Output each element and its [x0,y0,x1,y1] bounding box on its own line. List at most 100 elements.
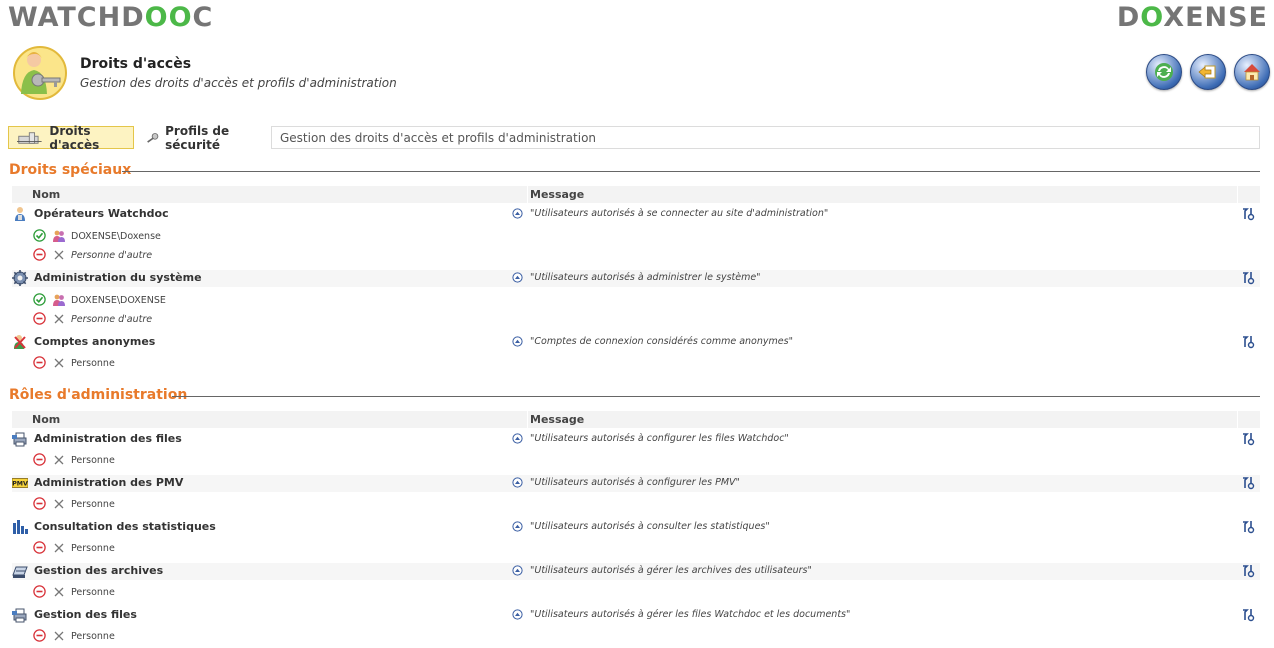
minus-circle-icon[interactable] [33,248,46,261]
table-row: Administration des files "Utilisateurs a… [12,431,1260,448]
row-name: Opérateurs Watchdoc [34,207,169,220]
minus-circle-icon[interactable] [33,541,46,554]
collapse-icon[interactable] [512,433,523,444]
watchdoc-logo: WATCHDOOC [8,2,213,33]
edit-settings-icon[interactable] [1241,520,1255,534]
cross-icon [54,543,64,553]
row-name: Administration du système [34,271,202,284]
collapse-icon[interactable] [512,609,523,620]
row-name: Gestion des archives [34,564,164,577]
edit-settings-icon[interactable] [1241,432,1255,446]
table-row: Gestion des archives "Utilisateurs autor… [12,563,1260,580]
collapse-icon[interactable] [512,208,523,219]
minus-circle-icon[interactable] [33,453,46,466]
admin-roles-title: Rôles d'administration [9,387,188,403]
denied-account: Personne [71,631,115,642]
row-name: Consultation des statistiques [34,520,216,533]
edit-settings-icon[interactable] [1241,271,1255,285]
edit-settings-icon[interactable] [1241,207,1255,221]
logo-right-part2: O [1140,2,1164,33]
column-name-header: Nom [32,188,61,201]
special-rights-table-header: Nom Message [12,186,1260,203]
printer-queue-icon [12,432,27,447]
table-row: Administration du système "Utilisateurs … [12,270,1260,287]
back-button[interactable] [1190,54,1226,90]
minus-circle-icon[interactable] [33,585,46,598]
table-row: Gestion des files "Utilisateurs autorisé… [12,607,1260,624]
section-divider [172,396,1260,397]
tab-security-profiles[interactable]: Profils de sécurité [138,123,266,152]
row-message: "Utilisateurs autorisés à configurer les… [530,433,789,444]
table-row: Consultation des statistiques "Utilisate… [12,519,1260,536]
row-name: Comptes anonymes [34,335,156,348]
logo-right-part3: XENSE [1163,2,1268,33]
archive-icon [12,566,28,578]
row-message: "Comptes de connexion considérés comme a… [530,336,793,347]
tab-security-profiles-label: Profils de sécurité [165,123,230,152]
collapse-icon[interactable] [512,565,523,576]
column-message-header: Message [530,413,585,426]
tab-bar: Droits d'accès Profils de sécurité Gesti… [8,123,1260,152]
collapse-icon[interactable] [512,336,523,347]
cross-icon [54,358,64,368]
refresh-button[interactable] [1146,54,1182,90]
allowed-account: DOXENSE\DOXENSE [71,295,166,306]
allowed-account: DOXENSE\Doxense [71,231,161,242]
row-name: Administration des files [34,432,182,445]
section-divider [122,171,1260,172]
cross-icon [54,314,64,324]
access-rights-icon [12,44,68,100]
edit-settings-icon[interactable] [1241,608,1255,622]
cross-icon [54,631,64,641]
logo-left-part2: OO [144,2,193,33]
check-icon[interactable] [33,293,46,306]
access-rights-tab-icon [17,131,42,144]
printer-queue-icon [12,608,27,623]
minus-circle-icon[interactable] [33,629,46,642]
special-rights-title: Droits spéciaux [9,162,132,178]
pmv-icon: PMV [12,478,28,488]
denied-account: Personne [71,587,115,598]
tab-access-rights[interactable]: Droits d'accès [8,123,134,152]
table-row: Comptes anonymes "Comptes de connexion c… [12,334,1260,351]
edit-settings-icon[interactable] [1241,476,1255,490]
tab-description: Gestion des droits d'accès et profils d'… [271,126,1260,149]
row-message: "Utilisateurs autorisés à se connecter a… [530,208,829,219]
page-title: Droits d'accès [80,56,192,72]
denied-account: Personne [71,543,115,554]
column-name-header: Nom [32,413,61,426]
denied-account: Personne d'autre [71,314,153,325]
row-message: "Utilisateurs autorisés à gérer les arch… [530,565,812,576]
column-message-header: Message [530,188,585,201]
doxense-logo: DOXENSE [1117,2,1268,33]
cross-icon [54,455,64,465]
logo-left-part3: C [192,2,214,33]
collapse-icon[interactable] [512,521,523,532]
collapse-icon[interactable] [512,477,523,488]
cross-icon [54,250,64,260]
anonymous-user-icon [14,335,26,349]
svg-text:PMV: PMV [12,481,28,488]
denied-account: Personne d'autre [71,250,153,261]
tab-access-rights-label: Droits d'accès [49,123,100,152]
minus-circle-icon[interactable] [33,497,46,510]
minus-circle-icon[interactable] [33,312,46,325]
statistics-icon [13,520,28,534]
home-button[interactable] [1234,54,1270,90]
edit-settings-icon[interactable] [1241,564,1255,578]
check-icon[interactable] [33,229,46,242]
denied-account: Personne [71,455,115,466]
row-name: Administration des PMV [34,476,184,489]
admin-roles-table-header: Nom Message [12,411,1260,428]
row-message: "Utilisateurs autorisés à gérer les file… [530,609,851,620]
edit-settings-icon[interactable] [1241,335,1255,349]
gear-icon [12,270,28,286]
minus-circle-icon[interactable] [33,356,46,369]
collapse-icon[interactable] [512,272,523,283]
key-icon [147,132,159,143]
page-subtitle: Gestion des droits d'accès et profils d'… [80,76,397,90]
group-icon [53,294,65,306]
denied-account: Personne [71,358,115,369]
row-name: Gestion des files [34,608,137,621]
cross-icon [54,587,64,597]
